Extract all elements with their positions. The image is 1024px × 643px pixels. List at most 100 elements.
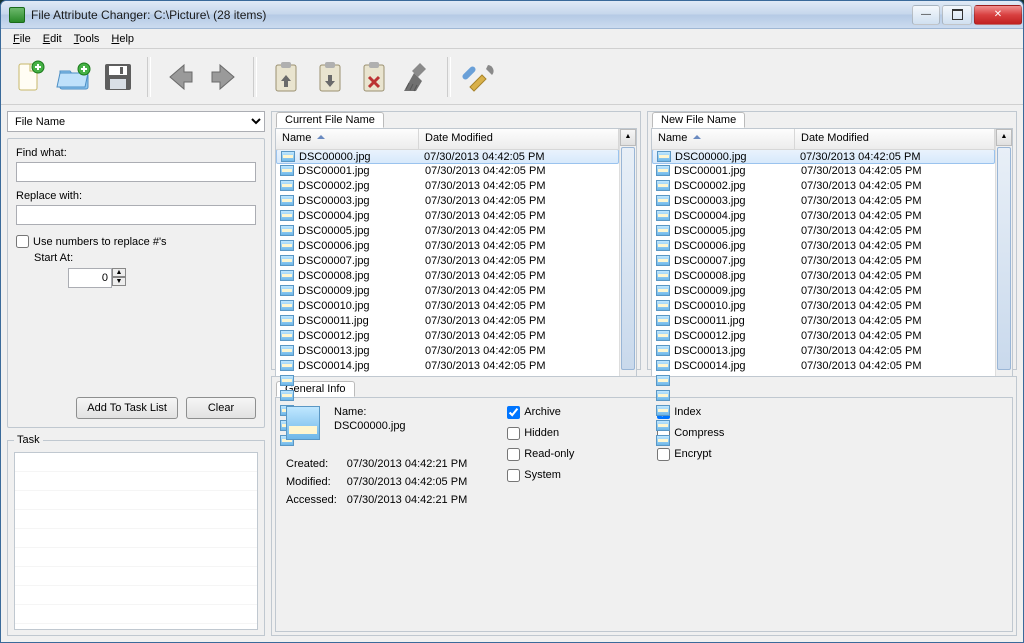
titlebar[interactable]: File Attribute Changer: C:\Picture\ (28 …: [1, 1, 1023, 29]
image-file-icon: [280, 285, 294, 296]
table-row[interactable]: DSC00000.jpg07/30/2013 04:42:05 PM: [652, 150, 995, 164]
start-at-stepper[interactable]: ▲ ▼: [68, 268, 126, 288]
image-file-icon: [656, 345, 670, 356]
new-file-button[interactable]: [9, 56, 51, 98]
clipboard-down-button[interactable]: [309, 56, 351, 98]
attribute-checks: Archive Index Hidden Compress Read-only …: [507, 406, 777, 506]
table-row[interactable]: DSC00005.jpg07/30/2013 04:42:05 PM: [276, 223, 619, 238]
table-row[interactable]: DSC00011.jpg07/30/2013 04:42:05 PM: [652, 313, 995, 328]
image-file-icon: [656, 255, 670, 266]
find-what-input[interactable]: [16, 162, 256, 182]
table-row[interactable]: DSC00001.jpg07/30/2013 04:42:05 PM: [652, 163, 995, 178]
col-name[interactable]: Name: [276, 129, 419, 149]
open-folder-button[interactable]: [53, 56, 95, 98]
table-row[interactable]: DSC00006.jpg07/30/2013 04:42:05 PM: [276, 238, 619, 253]
table-row[interactable]: DSC00008.jpg07/30/2013 04:42:05 PM: [276, 268, 619, 283]
app-icon: [9, 7, 25, 23]
menu-help[interactable]: Help: [105, 31, 140, 47]
table-row[interactable]: DSC00007.jpg07/30/2013 04:42:05 PM: [276, 253, 619, 268]
file-name: DSC00011.jpg: [298, 315, 419, 327]
image-file-icon: [656, 420, 670, 431]
table-row[interactable]: DSC00009.jpg07/30/2013 04:42:05 PM: [652, 283, 995, 298]
close-button[interactable]: ✕: [974, 5, 1022, 25]
image-file-icon: [280, 210, 294, 221]
clipboard-delete-button[interactable]: [353, 56, 395, 98]
table-row[interactable]: DSC00014.jpg07/30/2013 04:42:05 PM: [276, 358, 619, 373]
table-row[interactable]: DSC00002.jpg07/30/2013 04:42:05 PM: [652, 178, 995, 193]
table-row[interactable]: DSC00010.jpg07/30/2013 04:42:05 PM: [276, 298, 619, 313]
use-numbers-check[interactable]: [16, 235, 29, 248]
menu-file[interactable]: File: [7, 31, 37, 47]
file-date: 07/30/2013 04:42:05 PM: [794, 151, 994, 163]
spin-down[interactable]: ▼: [112, 277, 126, 286]
menubar: File Edit Tools Help: [1, 29, 1023, 49]
start-at-value[interactable]: [68, 268, 112, 288]
save-button[interactable]: [97, 56, 139, 98]
clipboard-up-button[interactable]: [265, 56, 307, 98]
attr-hidden[interactable]: Hidden: [507, 427, 627, 440]
scroll-thumb[interactable]: [997, 147, 1011, 370]
table-row[interactable]: DSC00013.jpg07/30/2013 04:42:05 PM: [276, 343, 619, 358]
scroll-thumb[interactable]: [621, 147, 635, 370]
table-row[interactable]: DSC00012.jpg07/30/2013 04:42:05 PM: [276, 328, 619, 343]
add-to-task-button[interactable]: Add To Task List: [76, 397, 178, 419]
file-date: 07/30/2013 04:42:05 PM: [419, 315, 619, 327]
table-row[interactable]: DSC00003.jpg07/30/2013 04:42:05 PM: [652, 193, 995, 208]
attr-compress[interactable]: Compress: [657, 427, 777, 440]
clear-button[interactable]: Clear: [186, 397, 256, 419]
scroll-up[interactable]: ▲: [620, 129, 636, 146]
image-file-icon: [280, 225, 294, 236]
table-row[interactable]: DSC00013.jpg07/30/2013 04:42:05 PM: [652, 343, 995, 358]
maximize-button[interactable]: [942, 5, 972, 25]
task-list[interactable]: [14, 452, 258, 630]
find-replace-panel: Find what: Replace with: Use numbers to …: [7, 138, 265, 428]
find-what-label: Find what:: [16, 147, 256, 159]
menu-edit[interactable]: Edit: [37, 31, 68, 47]
col-date[interactable]: Date Modified: [419, 129, 619, 149]
minimize-button[interactable]: —: [912, 5, 940, 25]
image-file-icon: [656, 315, 670, 326]
gi-accessed-value: 07/30/2013 04:42:21 PM: [347, 494, 467, 506]
operation-combo[interactable]: File Name: [7, 111, 265, 132]
forward-button[interactable]: [203, 56, 245, 98]
table-row[interactable]: DSC00011.jpg07/30/2013 04:42:05 PM: [276, 313, 619, 328]
general-info-panel: General Info Name: DSC00000.jpg: [271, 376, 1017, 637]
file-name: DSC00013.jpg: [298, 345, 419, 357]
clean-button[interactable]: [397, 56, 439, 98]
spin-up[interactable]: ▲: [112, 268, 126, 277]
table-row[interactable]: DSC00001.jpg07/30/2013 04:42:05 PM: [276, 163, 619, 178]
image-file-icon: [657, 151, 671, 162]
table-row[interactable]: DSC00009.jpg07/30/2013 04:42:05 PM: [276, 283, 619, 298]
image-file-icon: [656, 165, 670, 176]
replace-with-input[interactable]: [16, 205, 256, 225]
table-row[interactable]: DSC00003.jpg07/30/2013 04:42:05 PM: [276, 193, 619, 208]
scroll-up[interactable]: ▲: [996, 129, 1012, 146]
use-numbers-checkbox[interactable]: Use numbers to replace #'s: [16, 235, 256, 248]
col-name[interactable]: Name: [652, 129, 795, 149]
table-row[interactable]: DSC00004.jpg07/30/2013 04:42:05 PM: [652, 208, 995, 223]
table-row[interactable]: DSC00000.jpg07/30/2013 04:42:05 PM: [276, 150, 619, 164]
new-tab[interactable]: New File Name: [652, 112, 745, 128]
current-tab[interactable]: Current File Name: [276, 112, 384, 128]
table-row[interactable]: DSC00006.jpg07/30/2013 04:42:05 PM: [652, 238, 995, 253]
table-row[interactable]: DSC00007.jpg07/30/2013 04:42:05 PM: [652, 253, 995, 268]
table-row[interactable]: DSC00012.jpg07/30/2013 04:42:05 PM: [652, 328, 995, 343]
table-row[interactable]: DSC00005.jpg07/30/2013 04:42:05 PM: [652, 223, 995, 238]
table-row[interactable]: DSC00014.jpg07/30/2013 04:42:05 PM: [652, 358, 995, 373]
col-date[interactable]: Date Modified: [795, 129, 995, 149]
file-date: 07/30/2013 04:42:05 PM: [419, 255, 619, 267]
task-panel: Task: [7, 434, 265, 636]
menu-tools[interactable]: Tools: [68, 31, 106, 47]
attr-readonly[interactable]: Read-only: [507, 448, 627, 461]
table-row[interactable]: DSC00004.jpg07/30/2013 04:42:05 PM: [276, 208, 619, 223]
attr-system[interactable]: System: [507, 469, 627, 482]
attr-archive[interactable]: Archive: [507, 406, 627, 419]
table-row[interactable]: DSC00008.jpg07/30/2013 04:42:05 PM: [652, 268, 995, 283]
table-row[interactable]: DSC00002.jpg07/30/2013 04:42:05 PM: [276, 178, 619, 193]
attr-encrypt[interactable]: Encrypt: [657, 448, 777, 461]
attr-index[interactable]: Index: [657, 406, 777, 419]
back-button[interactable]: [159, 56, 201, 98]
arrow-right-icon: [206, 59, 242, 95]
settings-button[interactable]: [459, 56, 501, 98]
table-row[interactable]: DSC00010.jpg07/30/2013 04:42:05 PM: [652, 298, 995, 313]
